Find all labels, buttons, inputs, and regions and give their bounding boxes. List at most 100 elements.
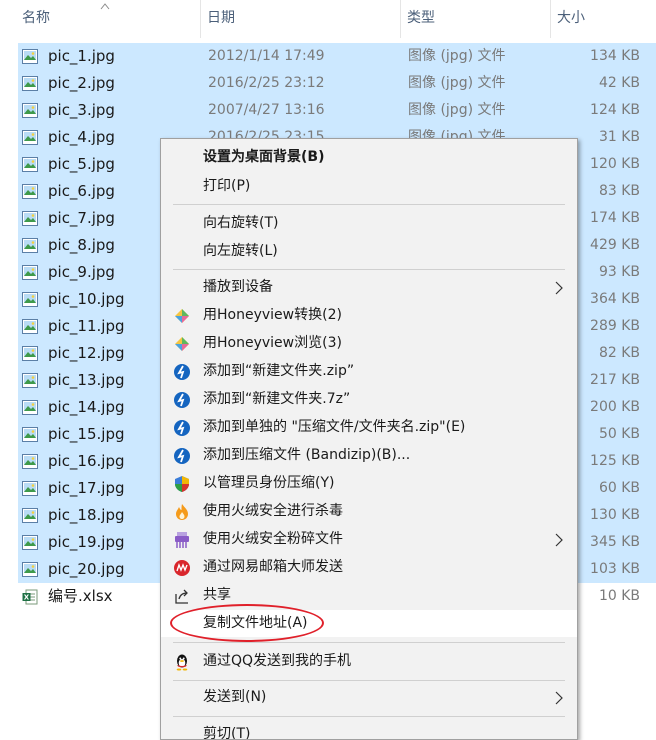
file-name: pic_14.jpg <box>48 398 125 416</box>
menu-item-huorong-scan[interactable]: 使用火绒安全进行杀毒 <box>161 498 577 525</box>
file-size: 31 KB <box>598 129 640 145</box>
file-size: 120 KB <box>590 156 640 172</box>
image-file-icon <box>22 481 38 496</box>
column-size-label: 大小 <box>557 10 585 26</box>
menu-item-label: 用Honeyview浏览(3) <box>203 335 342 351</box>
menu-item-netease-send[interactable]: 通过网易邮箱大师发送 <box>161 554 577 581</box>
menu-item-label: 添加到单独的 "压缩文件/文件夹名.zip"(E) <box>203 419 466 435</box>
image-file-icon <box>22 535 38 550</box>
honeyview-icon <box>173 307 191 325</box>
menu-item-admin-compress[interactable]: 以管理员身份压缩(Y) <box>161 470 577 497</box>
file-name: pic_20.jpg <box>48 560 125 578</box>
file-name: pic_11.jpg <box>48 317 125 335</box>
image-file-icon <box>22 211 38 226</box>
menu-item-label: 添加到“新建文件夹.zip” <box>203 363 355 379</box>
menu-item-honeyview-view[interactable]: 用Honeyview浏览(3) <box>161 330 577 357</box>
file-size: 364 KB <box>590 291 640 307</box>
column-date-header[interactable]: 日期 <box>201 0 400 38</box>
image-file-icon <box>22 265 38 280</box>
file-type: 图像 (jpg) 文件 <box>408 48 506 64</box>
menu-item-cast-to-device[interactable]: 播放到设备 <box>161 274 577 301</box>
menu-separator <box>173 716 565 717</box>
menu-item-rotate-left[interactable]: 向左旋转(L) <box>161 238 577 265</box>
menu-item-label: 通过QQ发送到我的手机 <box>203 653 352 669</box>
sort-up-icon <box>100 0 110 13</box>
chevron-right-icon <box>553 690 565 706</box>
file-size: 174 KB <box>590 210 640 226</box>
file-size: 103 KB <box>590 561 640 577</box>
netease-mail-icon <box>173 559 191 577</box>
menu-separator <box>173 204 565 205</box>
file-type: 图像 (jpg) 文件 <box>408 75 506 91</box>
image-file-icon <box>22 292 38 307</box>
image-file-icon <box>22 157 38 172</box>
menu-item-label: 添加到压缩文件 (Bandizip)(B)... <box>203 447 411 463</box>
file-name: pic_5.jpg <box>48 155 115 173</box>
menu-item-add-7z[interactable]: 添加到“新建文件夹.7z” <box>161 386 577 413</box>
file-name: pic_7.jpg <box>48 209 115 227</box>
menu-item-print[interactable]: 打印(P) <box>161 173 577 200</box>
image-file-icon <box>22 373 38 388</box>
image-file-icon <box>22 319 38 334</box>
file-name: pic_15.jpg <box>48 425 125 443</box>
chevron-right-icon <box>553 532 565 548</box>
file-size: 345 KB <box>590 534 640 550</box>
file-name: pic_13.jpg <box>48 371 125 389</box>
image-file-icon <box>22 103 38 118</box>
file-row[interactable]: pic_1.jpg 2012/1/14 17:49 图像 (jpg) 文件 134 K… <box>18 43 656 70</box>
menu-item-label: 向左旋转(L) <box>203 243 278 259</box>
file-size: 93 KB <box>598 264 640 280</box>
image-file-icon <box>22 427 38 442</box>
image-file-icon <box>22 76 38 91</box>
file-type: 图像 (jpg) 文件 <box>408 102 506 118</box>
menu-item-add-each[interactable]: 添加到单独的 "压缩文件/文件夹名.zip"(E) <box>161 414 577 441</box>
menu-item-send-to[interactable]: 发送到(N) <box>161 684 577 711</box>
file-row[interactable]: pic_3.jpg 2007/4/27 13:16 图像 (jpg) 文件 124 K… <box>18 97 656 124</box>
menu-item-label: 以管理员身份压缩(Y) <box>203 475 335 491</box>
menu-item-add-bandizip[interactable]: 添加到压缩文件 (Bandizip)(B)... <box>161 442 577 469</box>
menu-item-add-zip[interactable]: 添加到“新建文件夹.zip” <box>161 358 577 385</box>
column-name-label: 名称 <box>22 10 50 26</box>
context-menu: 设置为桌面背景(B) 打印(P) 向右旋转(T) 向左旋转(L) 播放到设备 用… <box>160 138 578 740</box>
file-size: 50 KB <box>598 426 640 442</box>
column-type-header[interactable]: 类型 <box>401 0 550 38</box>
file-size: 82 KB <box>598 345 640 361</box>
honeyview-icon <box>173 335 191 353</box>
file-name: pic_6.jpg <box>48 182 115 200</box>
bandizip-icon <box>173 419 191 437</box>
menu-item-set-wallpaper[interactable]: 设置为桌面背景(B) <box>161 144 577 171</box>
file-name: pic_17.jpg <box>48 479 125 497</box>
qq-penguin-icon <box>173 653 191 671</box>
file-size: 217 KB <box>590 372 640 388</box>
menu-item-label: 添加到“新建文件夹.7z” <box>203 391 351 407</box>
chevron-right-icon <box>553 280 565 296</box>
bandizip-icon <box>173 391 191 409</box>
menu-item-rotate-right[interactable]: 向右旋转(T) <box>161 210 577 237</box>
menu-item-cut[interactable]: 剪切(T) <box>161 721 577 740</box>
svg-text:X: X <box>24 594 30 602</box>
menu-item-label: 设置为桌面背景(B) <box>203 149 325 165</box>
shield-icon <box>173 475 191 493</box>
column-size-header[interactable]: 大小 <box>551 0 656 38</box>
file-name: pic_16.jpg <box>48 452 125 470</box>
file-name: pic_19.jpg <box>48 533 125 551</box>
file-size: 60 KB <box>598 480 640 496</box>
menu-item-qq-send[interactable]: 通过QQ发送到我的手机 <box>161 648 577 675</box>
file-name: 编号.xlsx <box>48 587 113 605</box>
menu-item-huorong-shred[interactable]: 使用火绒安全粉碎文件 <box>161 526 577 553</box>
menu-item-honeyview-convert[interactable]: 用Honeyview转换(2) <box>161 302 577 329</box>
menu-item-label: 剪切(T) <box>203 726 251 740</box>
image-file-icon <box>22 49 38 64</box>
image-file-icon <box>22 130 38 145</box>
file-row[interactable]: pic_2.jpg 2016/2/25 23:12 图像 (jpg) 文件 42 KB <box>18 70 656 97</box>
image-file-icon <box>22 508 38 523</box>
file-name: pic_8.jpg <box>48 236 115 254</box>
file-date: 2012/1/14 17:49 <box>208 48 325 64</box>
file-size: 42 KB <box>598 75 640 91</box>
file-size: 83 KB <box>598 183 640 199</box>
column-date-label: 日期 <box>207 10 235 26</box>
menu-item-label: 发送到(N) <box>203 689 267 705</box>
file-name: pic_12.jpg <box>48 344 125 362</box>
image-file-icon <box>22 400 38 415</box>
menu-item-label: 使用火绒安全进行杀毒 <box>203 503 343 519</box>
